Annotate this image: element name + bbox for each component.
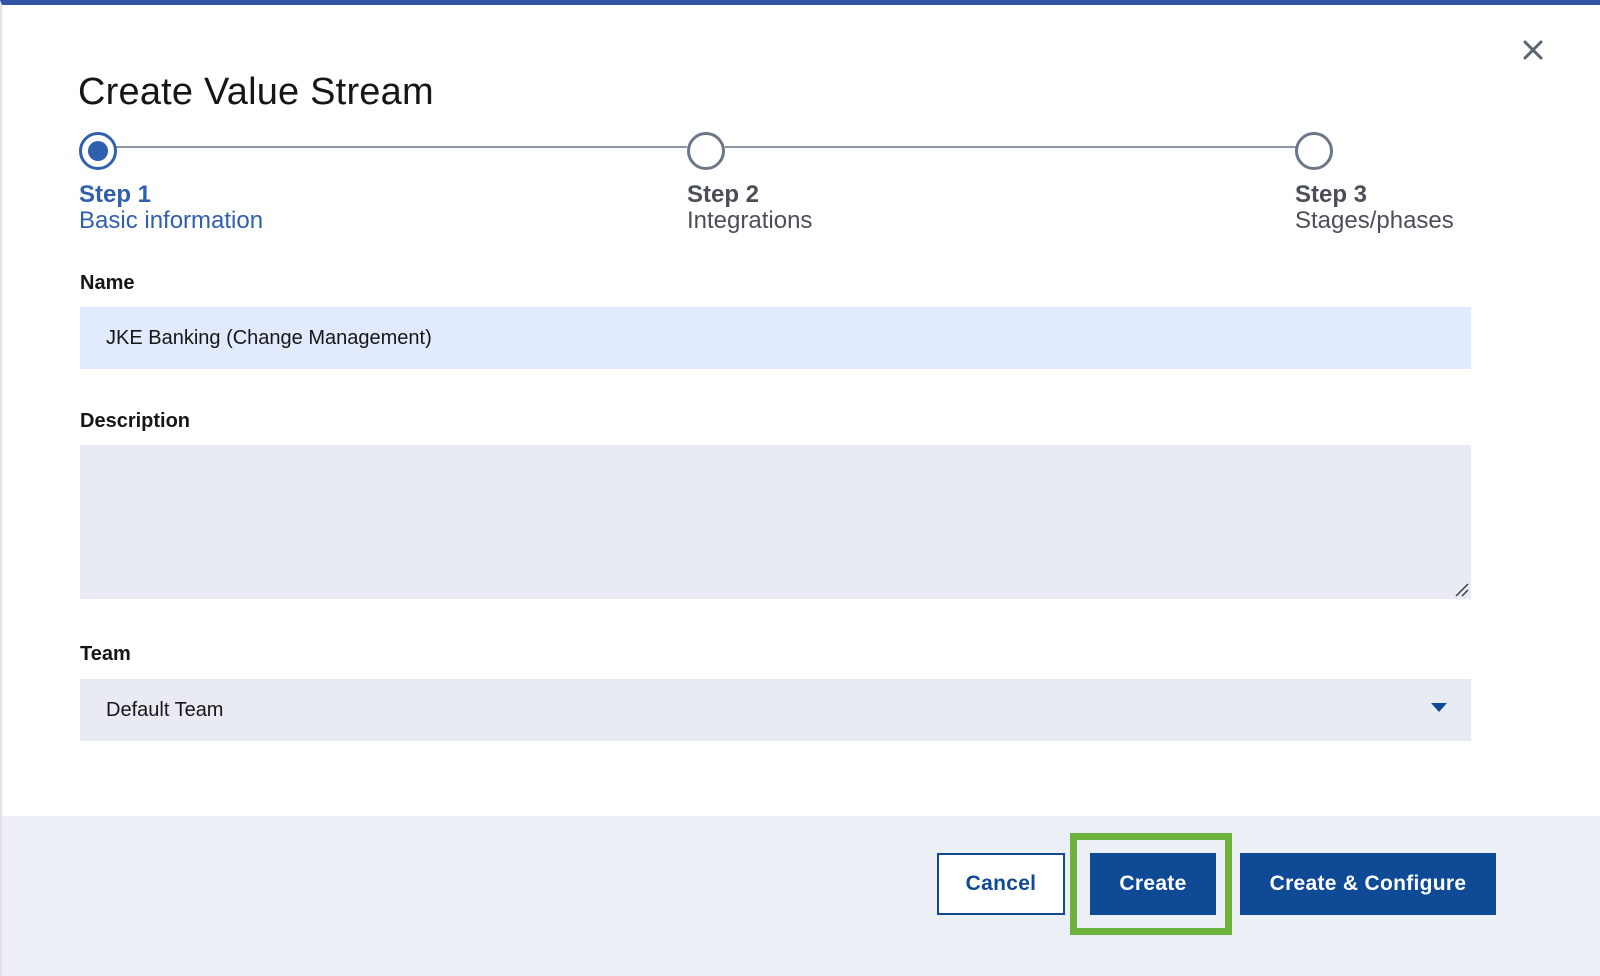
step-1-label: Basic information — [79, 207, 264, 234]
resize-handle-icon[interactable] — [1452, 580, 1470, 598]
step-2-number: Step 2 — [687, 181, 760, 208]
chevron-down-icon — [1431, 703, 1447, 712]
step-connector — [725, 146, 1296, 148]
step-1-indicator[interactable] — [79, 132, 117, 170]
description-label: Description — [80, 410, 191, 432]
step-1-number: Step 1 — [79, 181, 152, 208]
create-value-stream-dialog: Create Value Stream Step 1 Basic informa… — [0, 0, 1600, 976]
cancel-button[interactable]: Cancel — [937, 853, 1065, 915]
step-connector — [116, 146, 687, 148]
step-3-indicator[interactable] — [1295, 132, 1333, 170]
team-label: Team — [80, 643, 131, 665]
step-2-label: Integrations — [687, 207, 813, 234]
description-textarea[interactable] — [80, 445, 1471, 599]
team-selected-value: Default Team — [106, 698, 224, 721]
team-select[interactable]: Default Team — [80, 679, 1471, 741]
name-input[interactable] — [80, 307, 1471, 369]
step-2-indicator[interactable] — [687, 132, 725, 170]
step-3-label: Stages/phases — [1295, 207, 1454, 234]
name-label: Name — [80, 272, 135, 294]
stepper: Step 1 Basic information Step 2 Integrat… — [2, 5, 1600, 245]
create-and-configure-button[interactable]: Create & Configure — [1240, 853, 1496, 915]
create-button[interactable]: Create — [1090, 853, 1216, 915]
step-3-number: Step 3 — [1295, 181, 1368, 208]
